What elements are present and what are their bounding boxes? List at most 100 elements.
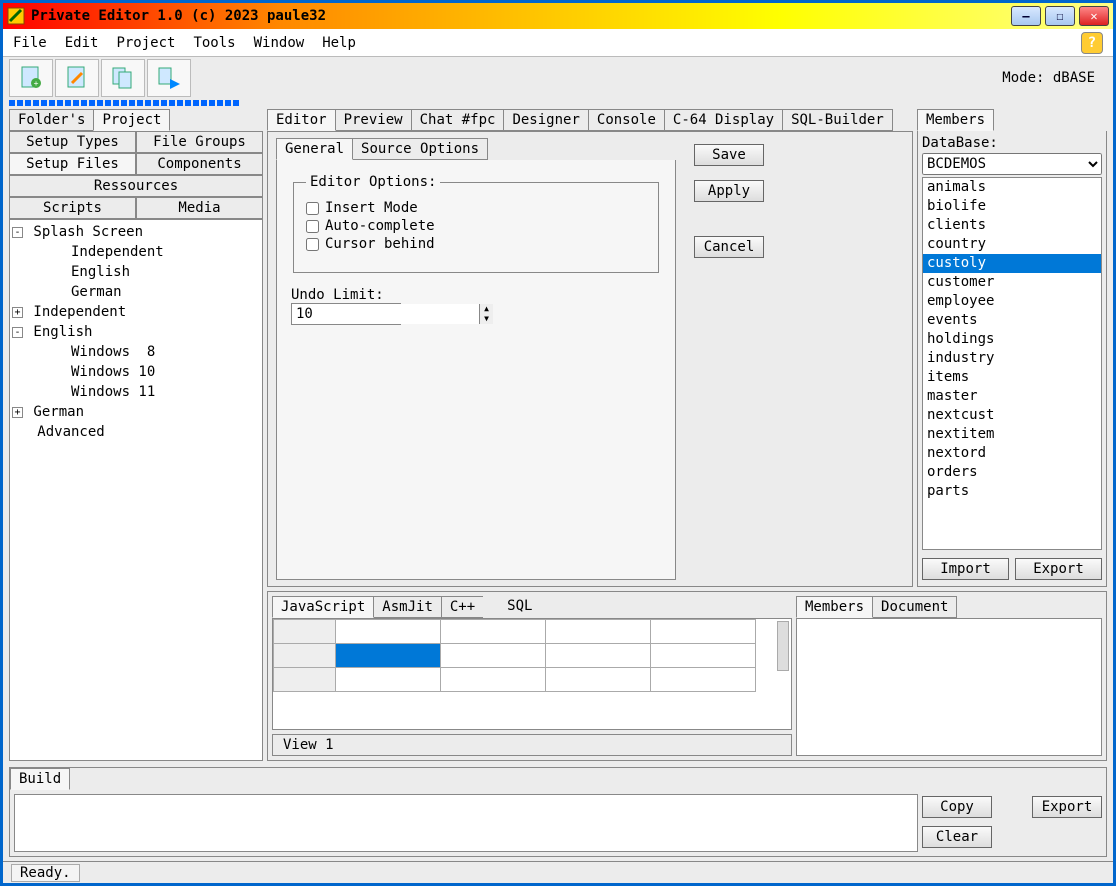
db-item[interactable]: animals: [923, 178, 1101, 197]
menu-window[interactable]: Window: [254, 35, 305, 51]
db-item[interactable]: industry: [923, 349, 1101, 368]
tab-document[interactable]: Document: [872, 596, 957, 618]
copy-file-button[interactable]: [101, 59, 145, 97]
mode-label: Mode: dBASE: [1002, 70, 1095, 86]
import-button[interactable]: Import: [922, 558, 1009, 580]
db-item[interactable]: clients: [923, 216, 1101, 235]
db-item[interactable]: master: [923, 387, 1101, 406]
stepper-up-icon[interactable]: ▲: [479, 304, 493, 314]
tree-item[interactable]: - English: [12, 322, 260, 342]
menu-edit[interactable]: Edit: [65, 35, 99, 51]
grip-dots[interactable]: [9, 100, 239, 106]
db-item[interactable]: employee: [923, 292, 1101, 311]
btn-scripts[interactable]: Scripts: [9, 197, 136, 219]
db-item[interactable]: holdings: [923, 330, 1101, 349]
build-log: [14, 794, 918, 852]
check-auto-label: Auto-complete: [325, 218, 435, 234]
db-item[interactable]: orders: [923, 463, 1101, 482]
db-item[interactable]: customer: [923, 273, 1101, 292]
tab-general[interactable]: General: [276, 138, 353, 160]
project-tree[interactable]: - Splash Screen Independent English Germ…: [9, 219, 263, 761]
db-item[interactable]: nextitem: [923, 425, 1101, 444]
db-item[interactable]: custoly: [923, 254, 1101, 273]
tab-asmjit[interactable]: AsmJit: [373, 596, 442, 618]
menu-file[interactable]: File: [13, 35, 47, 51]
tree-item[interactable]: Windows 8: [12, 342, 260, 362]
maximize-button[interactable]: ☐: [1045, 6, 1075, 26]
btn-file-groups[interactable]: File Groups: [136, 131, 263, 153]
db-item[interactable]: events: [923, 311, 1101, 330]
tab-build[interactable]: Build: [10, 768, 70, 790]
build-export-button[interactable]: Export: [1032, 796, 1102, 818]
btn-components[interactable]: Components: [136, 153, 263, 175]
tab-members-right[interactable]: Members: [917, 109, 994, 131]
tree-item[interactable]: + German: [12, 402, 260, 422]
db-item[interactable]: nextcust: [923, 406, 1101, 425]
tab-preview[interactable]: Preview: [335, 109, 412, 131]
tab-cpp[interactable]: C++: [441, 596, 484, 618]
tree-item[interactable]: Windows 10: [12, 362, 260, 382]
tree-item[interactable]: Independent: [12, 242, 260, 262]
export-button[interactable]: Export: [1015, 558, 1102, 580]
tab-chat[interactable]: Chat #fpc: [411, 109, 505, 131]
stepper-down-icon[interactable]: ▼: [479, 314, 493, 324]
new-file-button[interactable]: +: [9, 59, 53, 97]
minimize-button[interactable]: —: [1011, 6, 1041, 26]
check-insert-mode[interactable]: [306, 202, 319, 215]
tab-designer[interactable]: Designer: [503, 109, 588, 131]
check-auto-complete[interactable]: [306, 220, 319, 233]
db-item[interactable]: nextord: [923, 444, 1101, 463]
grid-scrollbar[interactable]: [777, 621, 789, 671]
tab-sql[interactable]: SQL: [483, 596, 540, 618]
tree-item[interactable]: - Splash Screen: [12, 222, 260, 242]
menu-project[interactable]: Project: [116, 35, 175, 51]
db-item[interactable]: country: [923, 235, 1101, 254]
btn-setup-files[interactable]: Setup Files: [9, 153, 136, 175]
menu-help[interactable]: Help: [322, 35, 356, 51]
data-grid[interactable]: [272, 618, 792, 730]
cancel-button[interactable]: Cancel: [694, 236, 764, 258]
btn-ressources[interactable]: Ressources: [9, 175, 263, 197]
undo-limit-input[interactable]: ▲ ▼: [291, 303, 401, 325]
tab-members-lower[interactable]: Members: [796, 596, 873, 618]
tree-item[interactable]: English: [12, 262, 260, 282]
editor-options-fieldset: Editor Options: Insert Mode Auto-complet…: [293, 174, 659, 273]
save-button[interactable]: Save: [694, 144, 764, 166]
help-icon[interactable]: ?: [1081, 32, 1103, 54]
undo-limit-field[interactable]: [292, 304, 479, 324]
tree-item[interactable]: German: [12, 282, 260, 302]
status-text: Ready.: [11, 864, 80, 882]
build-clear-button[interactable]: Clear: [922, 826, 992, 848]
tab-c64[interactable]: C-64 Display: [664, 109, 783, 131]
document-area: [796, 618, 1102, 756]
check-cursor-behind[interactable]: [306, 238, 319, 251]
database-select[interactable]: BCDEMOS: [922, 153, 1102, 175]
status-bar: Ready.: [3, 861, 1113, 883]
menu-tools[interactable]: Tools: [193, 35, 235, 51]
btn-media[interactable]: Media: [136, 197, 263, 219]
edit-file-button[interactable]: [55, 59, 99, 97]
tab-source-options[interactable]: Source Options: [352, 138, 488, 160]
tab-folders[interactable]: Folder's: [9, 109, 94, 131]
check-insert-label: Insert Mode: [325, 200, 418, 216]
database-label: DataBase:: [922, 135, 1102, 151]
tree-item[interactable]: Advanced: [12, 422, 260, 442]
btn-setup-types[interactable]: Setup Types: [9, 131, 136, 153]
run-file-button[interactable]: [147, 59, 191, 97]
build-copy-button[interactable]: Copy: [922, 796, 992, 818]
tab-project[interactable]: Project: [93, 109, 170, 131]
database-list[interactable]: animalsbiolifeclientscountrycustolycusto…: [922, 177, 1102, 550]
db-item[interactable]: items: [923, 368, 1101, 387]
tab-javascript[interactable]: JavaScript: [272, 596, 374, 618]
close-button[interactable]: ✕: [1079, 6, 1109, 26]
tab-sqlbuilder[interactable]: SQL-Builder: [782, 109, 893, 131]
tab-console[interactable]: Console: [588, 109, 665, 131]
db-item[interactable]: biolife: [923, 197, 1101, 216]
svg-text:+: +: [34, 79, 39, 88]
db-item[interactable]: parts: [923, 482, 1101, 501]
apply-button[interactable]: Apply: [694, 180, 764, 202]
tab-view1[interactable]: View 1: [272, 734, 792, 756]
tree-item[interactable]: + Independent: [12, 302, 260, 322]
tab-editor[interactable]: Editor: [267, 109, 336, 131]
tree-item[interactable]: Windows 11: [12, 382, 260, 402]
